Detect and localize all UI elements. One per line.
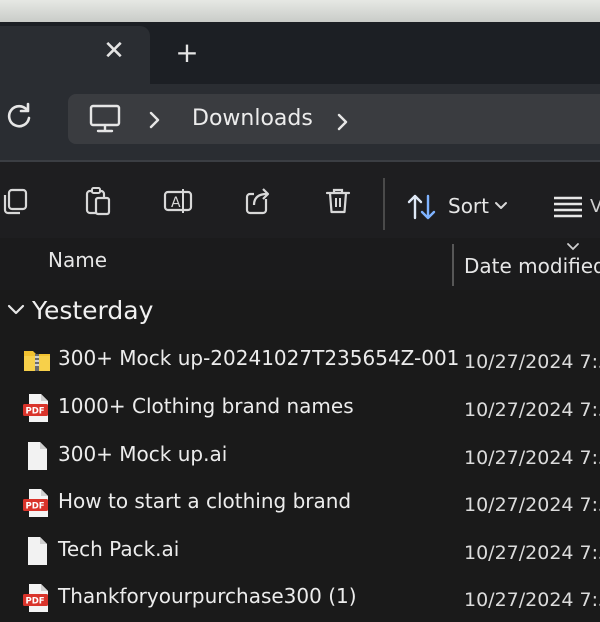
delete-icon[interactable]: [322, 185, 354, 217]
generic-file-icon: [28, 537, 47, 565]
svg-text:PDF: PDF: [26, 407, 45, 417]
refresh-icon[interactable]: [4, 101, 34, 131]
file-row[interactable]: Tech Pack.ai 10/27/2024 7:56: [0, 529, 600, 575]
pdf-file-icon: PDF: [23, 394, 48, 422]
file-name[interactable]: 1000+ Clothing brand names: [58, 394, 354, 418]
file-row[interactable]: 300+ Mock up.ai 10/27/2024 7:57: [0, 434, 600, 480]
sort-caret-icon: [567, 243, 579, 251]
file-row[interactable]: PDF Thankforyourpurchase300 (1) 10/27/20…: [0, 576, 600, 622]
file-date: 10/27/2024 7:57: [464, 447, 600, 469]
chevron-right-icon[interactable]: [146, 106, 164, 134]
svg-text:PDF: PDF: [26, 502, 45, 512]
file-name[interactable]: How to start a clothing brand: [58, 489, 351, 513]
column-divider[interactable]: [452, 244, 454, 286]
file-date: 10/27/2024 7:56: [464, 542, 600, 564]
chevron-down-icon[interactable]: [6, 302, 26, 318]
group-header-yesterday[interactable]: Yesterday: [32, 296, 153, 325]
file-row[interactable]: 300+ Mock up-20241027T235654Z-001 10/27/…: [0, 338, 600, 384]
sort-button[interactable]: Sort: [448, 194, 489, 218]
file-date: 10/27/2024 7:56: [464, 589, 600, 611]
file-name[interactable]: Thankforyourpurchase300 (1): [58, 584, 357, 608]
file-name[interactable]: Tech Pack.ai: [58, 537, 179, 561]
file-date: 10/27/2024 7:57: [464, 399, 600, 421]
svg-text:PDF: PDF: [26, 597, 45, 607]
chevron-right-icon[interactable]: [334, 108, 352, 136]
monitor-bezel: [0, 0, 600, 22]
generic-file-icon: [28, 442, 47, 470]
file-date: 10/27/2024 7:56: [464, 494, 600, 516]
view-icon[interactable]: [552, 194, 586, 220]
new-tab-icon[interactable]: +: [172, 38, 202, 68]
pdf-file-icon: PDF: [23, 489, 48, 517]
column-header-date-modified[interactable]: Date modified: [464, 254, 600, 278]
sort-icon[interactable]: [406, 192, 438, 222]
close-tab-icon[interactable]: ✕: [100, 37, 128, 65]
file-date: 10/27/2024 7:57: [464, 351, 600, 373]
breadcrumb-downloads[interactable]: Downloads: [192, 106, 313, 131]
file-row[interactable]: PDF 1000+ Clothing brand names 10/27/202…: [0, 386, 600, 432]
file-name[interactable]: 300+ Mock up.ai: [58, 442, 227, 466]
rename-icon[interactable]: A: [162, 185, 194, 217]
this-pc-icon[interactable]: [88, 104, 122, 134]
svg-text:A: A: [171, 195, 181, 211]
copy-icon[interactable]: [0, 185, 32, 217]
view-button-label[interactable]: V: [590, 196, 600, 217]
chevron-down-icon[interactable]: [494, 200, 508, 212]
toolbar-separator: [383, 178, 385, 230]
file-row[interactable]: PDF How to start a clothing brand 10/27/…: [0, 481, 600, 527]
share-icon[interactable]: [242, 185, 274, 217]
paste-icon[interactable]: [82, 185, 114, 217]
file-name[interactable]: 300+ Mock up-20241027T235654Z-001: [58, 346, 459, 370]
zip-folder-icon: [24, 351, 50, 371]
column-header-name[interactable]: Name: [48, 248, 107, 272]
pdf-file-icon: PDF: [23, 584, 48, 612]
